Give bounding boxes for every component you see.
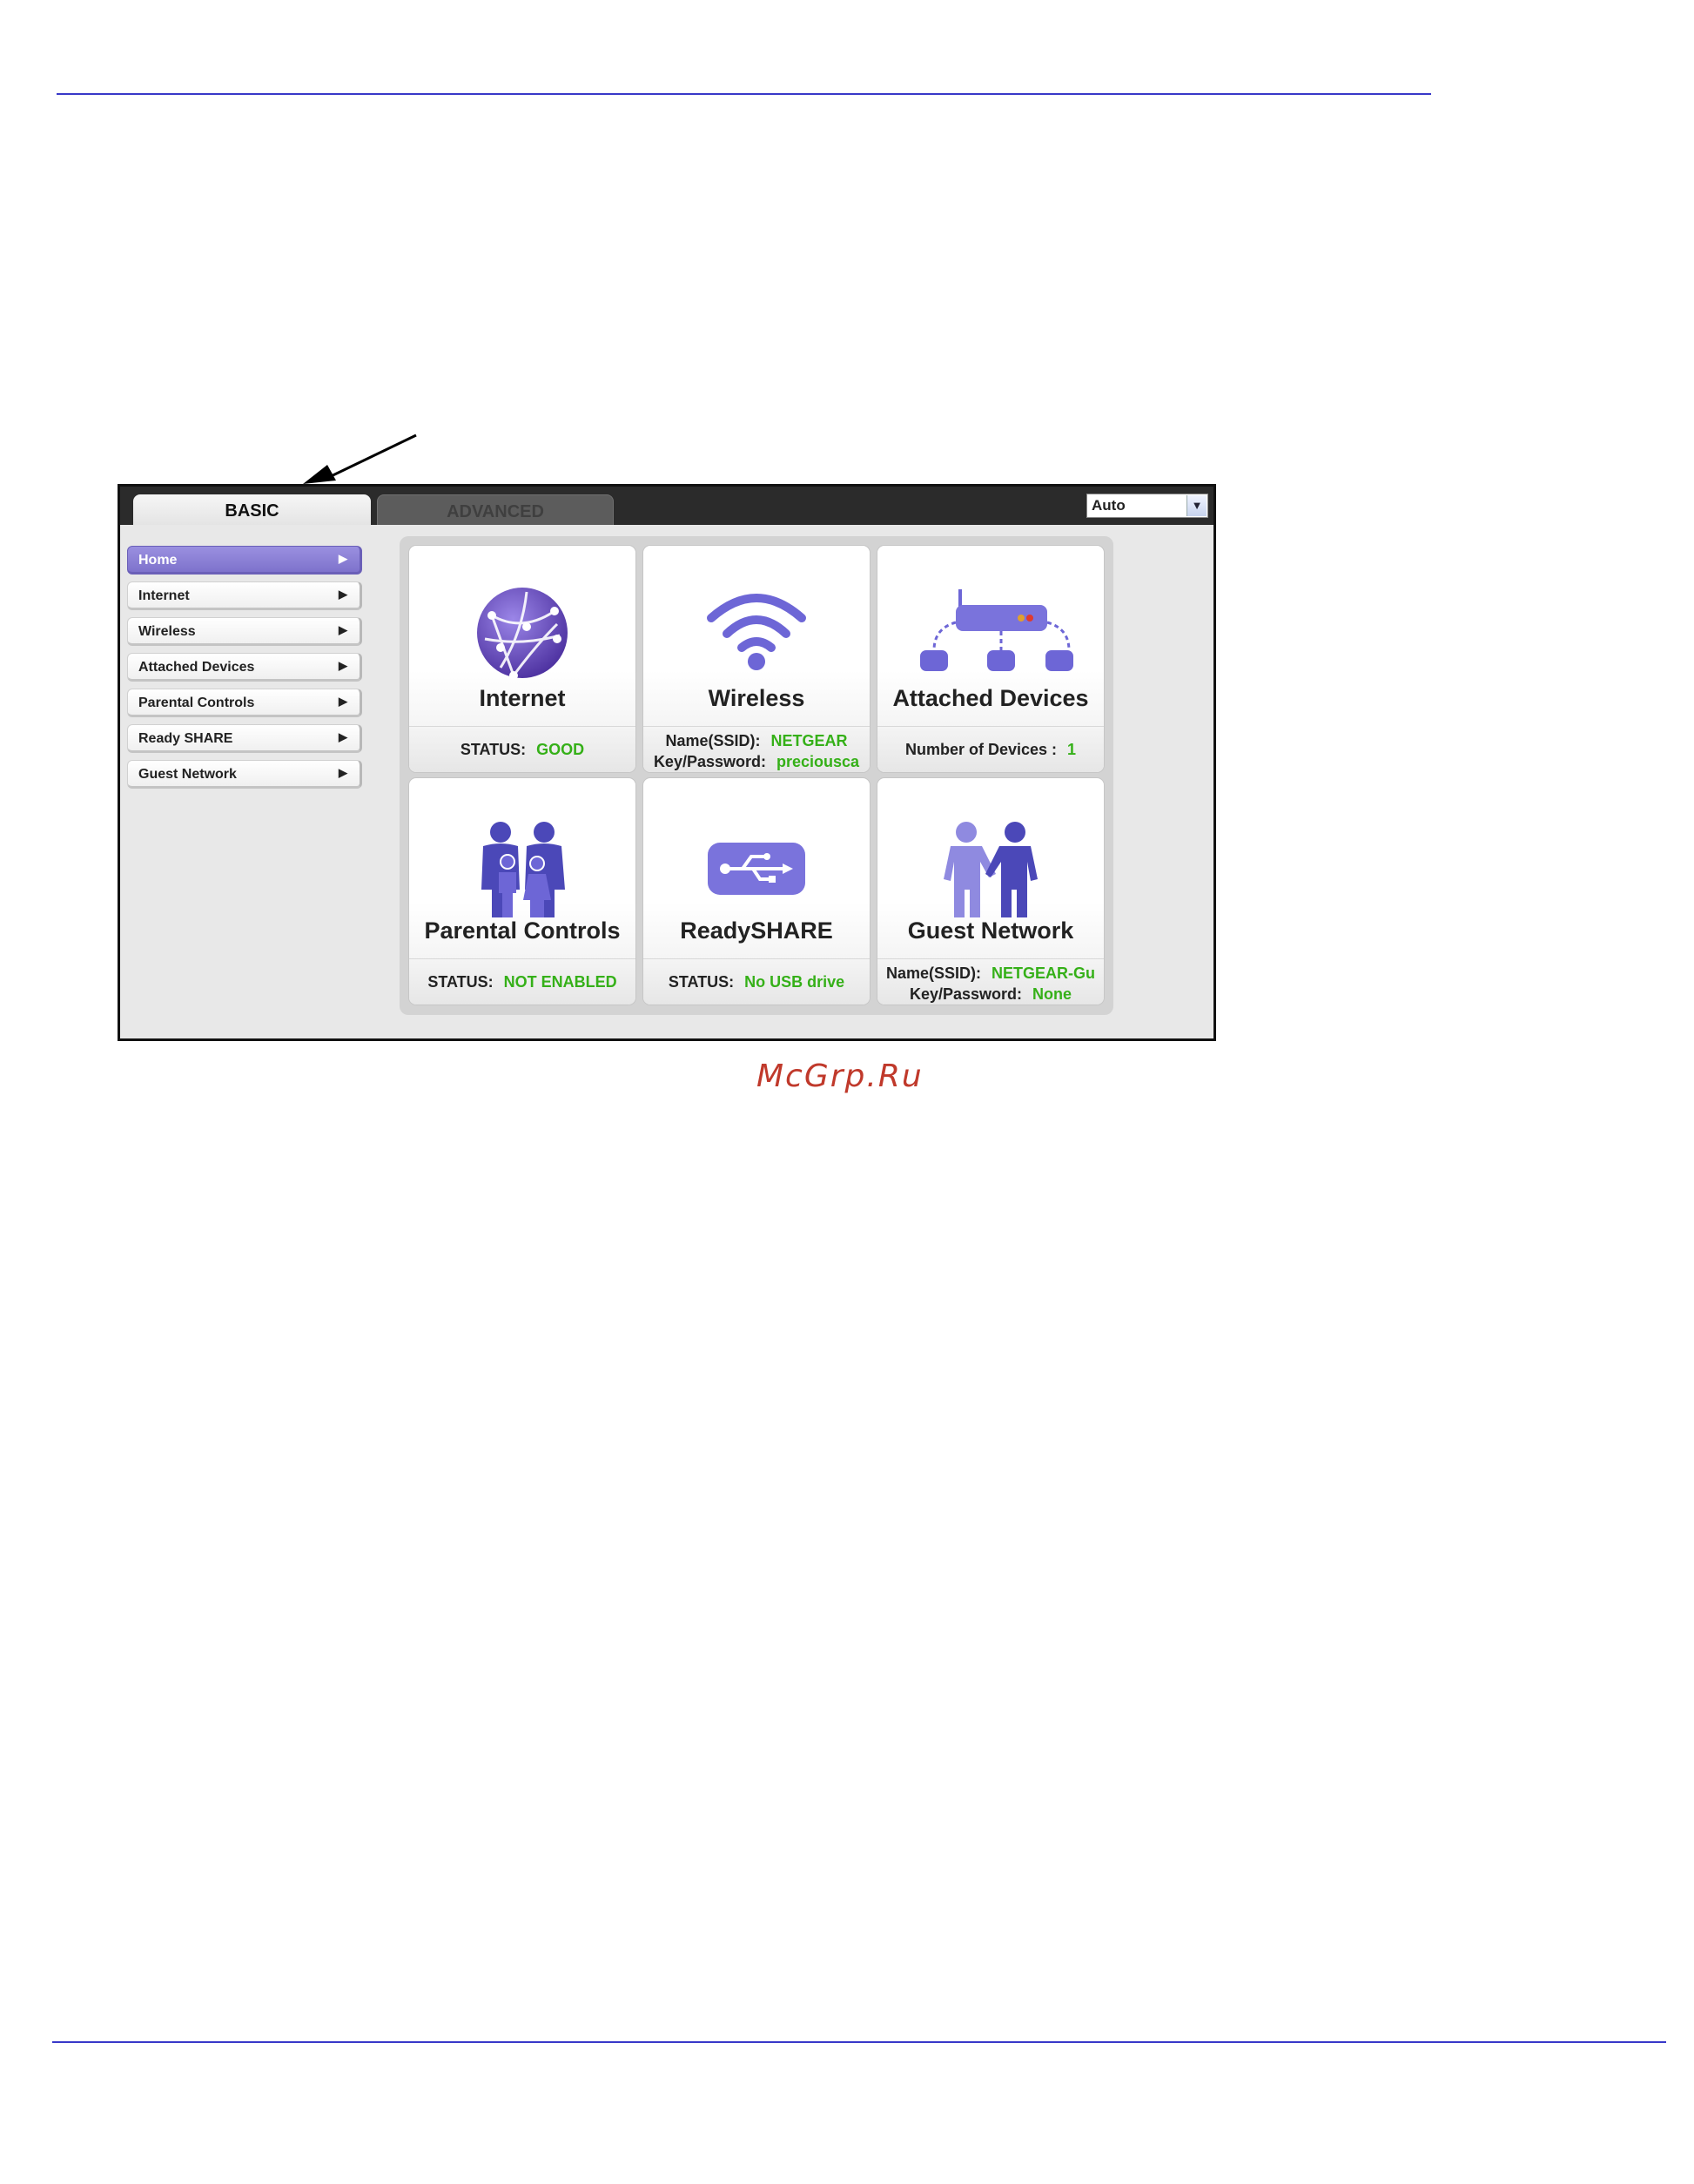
tile-internet[interactable]: Internet STATUS: GOOD [409, 546, 635, 772]
language-select[interactable]: Auto ▼ [1086, 494, 1208, 518]
tile-guest-network[interactable]: Guest Network Name(SSID): NETGEAR-Gu Key/… [877, 778, 1104, 1005]
ssid-label: Name(SSID): [665, 732, 761, 749]
usb-drive-icon [708, 843, 805, 895]
key-value: None [1032, 985, 1072, 1003]
tile-title: Guest Network [907, 917, 1074, 944]
chevron-right-icon: ▶ [339, 588, 347, 601]
chevron-right-icon: ▶ [339, 659, 347, 672]
status-label: STATUS: [668, 973, 735, 991]
sidebar-item-attached-devices[interactable]: Attached Devices ▶ [127, 653, 362, 682]
page-top-rule [57, 93, 1431, 95]
language-select-value: Auto [1092, 497, 1126, 514]
chevron-down-icon: ▼ [1186, 495, 1207, 516]
ssid-value: NETGEAR-Gu [992, 964, 1096, 982]
chevron-right-icon: ▶ [339, 730, 347, 743]
tile-status: Name(SSID): NETGEAR Key/Password: precious… [643, 726, 870, 772]
page-bottom-rule [52, 2041, 1666, 2043]
sidebar-item-readyshare[interactable]: Ready SHARE ▶ [127, 724, 362, 753]
tile-status: Number of Devices : 1 [877, 726, 1104, 772]
sidebar-item-wireless[interactable]: Wireless ▶ [127, 617, 362, 646]
status-value: NOT ENABLED [503, 973, 617, 991]
tile-wireless[interactable]: Wireless Name(SSID): NETGEAR Key/Password… [643, 546, 870, 772]
tile-status: Name(SSID): NETGEAR-Gu Key/Password: None [877, 958, 1104, 1005]
status-label: STATUS: [427, 973, 494, 991]
watermark-text: McGrp.Ru [756, 1058, 924, 1094]
globe-icon [477, 588, 568, 680]
family-icon [481, 822, 565, 917]
count-value: 1 [1067, 741, 1077, 758]
sidebar-item-label: Attached Devices [138, 660, 255, 675]
sidebar-item-label: Home [138, 553, 178, 568]
sidebar-item-home[interactable]: Home ▶ [127, 546, 362, 575]
chevron-right-icon: ▶ [339, 695, 347, 708]
tile-status: STATUS: GOOD [409, 726, 635, 772]
wifi-icon [707, 594, 806, 670]
ssid-value: NETGEAR [770, 732, 848, 749]
tile-title: Attached Devices [892, 685, 1089, 711]
tile-title: Internet [479, 685, 566, 711]
count-label: Number of Devices : [904, 741, 1058, 758]
ssid-label: Name(SSID): [885, 964, 982, 982]
sidebar-item-internet[interactable]: Internet ▶ [127, 581, 362, 610]
sidebar-item-label: Wireless [138, 624, 196, 639]
callout-arrow [303, 433, 417, 484]
dashboard-grid: Internet STATUS: GOOD Wireless Name(SSID)… [400, 536, 1113, 1015]
tab-advanced[interactable]: ADVANCED [377, 494, 614, 525]
key-value: preciousca [776, 753, 860, 770]
status-value: No USB drive [744, 973, 845, 991]
chevron-right-icon: ▶ [339, 552, 347, 565]
tile-title: ReadySHARE [680, 917, 833, 944]
sidebar-item-guest-network[interactable]: Guest Network ▶ [127, 760, 362, 789]
tile-title: Parental Controls [424, 917, 621, 944]
top-tab-bar: BASIC ADVANCED Auto ▼ [120, 487, 1213, 525]
tile-title: Wireless [708, 685, 805, 711]
tile-status: STATUS: NOT ENABLED [409, 958, 635, 1005]
tile-parental-controls[interactable]: Parental Controls STATUS: NOT ENABLED [409, 778, 635, 1005]
tile-attached-devices[interactable]: Attached Devices Number of Devices : 1 [877, 546, 1104, 772]
sidebar-item-parental-controls[interactable]: Parental Controls ▶ [127, 689, 362, 717]
key-label: Key/Password: [653, 753, 766, 770]
chevron-right-icon: ▶ [339, 623, 347, 636]
sidebar-item-label: Parental Controls [138, 696, 255, 710]
router-ui-screenshot: BASIC ADVANCED Auto ▼ Home ▶ Internet ▶ … [118, 484, 1216, 1041]
sidebar-item-label: Internet [138, 588, 190, 603]
key-label: Key/Password: [909, 985, 1023, 1003]
tile-status: STATUS: No USB drive [643, 958, 870, 1005]
chevron-right-icon: ▶ [339, 766, 347, 779]
tile-readyshare[interactable]: ReadySHARE STATUS: No USB drive [643, 778, 870, 1005]
sidebar-item-label: Ready SHARE [138, 731, 233, 746]
sidebar-menu: Home ▶ Internet ▶ Wireless ▶ Attached De… [127, 546, 362, 796]
network-devices-icon [920, 589, 1073, 671]
status-value: GOOD [536, 741, 585, 758]
guest-handshake-icon [944, 822, 1038, 917]
sidebar-item-label: Guest Network [138, 767, 237, 782]
status-label: STATUS: [460, 741, 527, 758]
tab-basic[interactable]: BASIC [133, 494, 371, 525]
